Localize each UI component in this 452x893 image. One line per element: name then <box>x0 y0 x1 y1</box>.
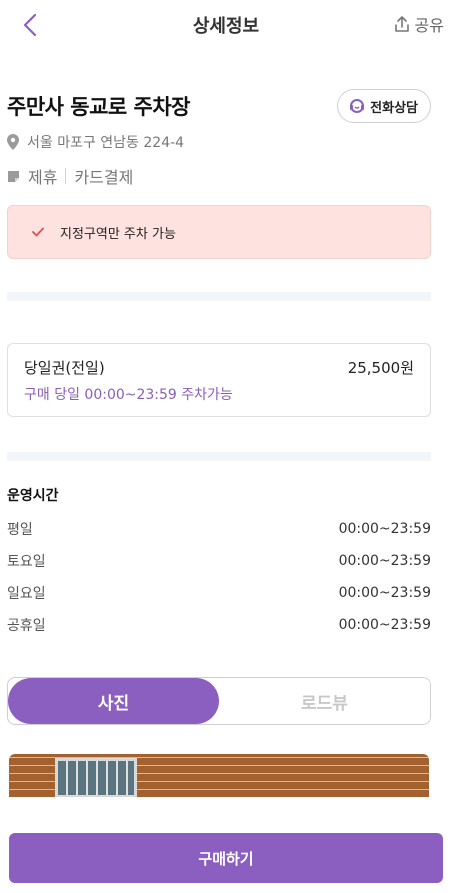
parking-lot-name: 주만사 동교로 주차장 <box>7 95 191 119</box>
parking-notice: 지정구역만 주차 가능 <box>7 205 431 259</box>
page-title: 상세정보 <box>192 16 260 37</box>
hours-day: 공휴일 <box>7 618 46 634</box>
tag-partner: 제휴 <box>28 168 58 187</box>
phone-consult-label: 전화상담 <box>370 100 418 116</box>
ticket-description: 구매 당일 00:00~23:59 주차가능 <box>24 387 233 403</box>
parking-lot-photo[interactable] <box>9 754 429 797</box>
share-label: 공유 <box>414 16 444 35</box>
check-icon <box>32 227 44 237</box>
ticket-card[interactable]: 당일권(전일) 25,500원 구매 당일 00:00~23:59 주차가능 <box>7 343 431 417</box>
tag-divider <box>65 168 67 184</box>
hours-time: 00:00~23:59 <box>338 585 431 601</box>
headset-icon <box>350 99 365 113</box>
hours-day: 평일 <box>7 522 33 538</box>
section-divider <box>7 452 431 461</box>
operating-hours: 운영시간 평일 00:00~23:59 토요일 00:00~23:59 일요일 … <box>7 485 431 641</box>
phone-consult-button[interactable]: 전화상담 <box>337 89 431 123</box>
notice-text: 지정구역만 주차 가능 <box>60 226 176 242</box>
ticket-header: 당일권(전일) 25,500원 <box>24 357 414 378</box>
hours-time: 00:00~23:59 <box>338 617 431 633</box>
tab-roadview[interactable]: 로드뷰 <box>219 678 430 724</box>
location-pin-icon <box>7 134 19 150</box>
section-divider <box>7 292 431 301</box>
tag-card-payment: 카드결제 <box>74 168 134 187</box>
ticket-name: 당일권(전일) <box>24 359 105 377</box>
tab-photo[interactable]: 사진 <box>8 678 219 724</box>
ticket-price: 25,500원 <box>347 359 414 377</box>
hours-day: 일요일 <box>7 586 46 602</box>
hours-row: 평일 00:00~23:59 <box>7 513 431 545</box>
hours-time: 00:00~23:59 <box>338 553 431 569</box>
hours-day: 토요일 <box>7 554 46 570</box>
hours-row: 일요일 00:00~23:59 <box>7 577 431 609</box>
media-tabs: 사진 로드뷰 <box>7 677 431 725</box>
share-icon <box>394 16 409 32</box>
purchase-button[interactable]: 구매하기 <box>9 833 443 883</box>
lot-title-row: 주만사 동교로 주차장 전화상담 <box>7 88 431 124</box>
hours-row: 토요일 00:00~23:59 <box>7 545 431 577</box>
hours-row: 공휴일 00:00~23:59 <box>7 609 431 641</box>
hours-time: 00:00~23:59 <box>338 521 431 537</box>
share-button[interactable]: 공유 <box>393 10 444 38</box>
address-text: 서울 마포구 연남동 224-4 <box>27 135 185 151</box>
photo-window <box>55 758 137 797</box>
header: 상세정보 공유 <box>0 0 452 50</box>
address-row: 서울 마포구 연남동 224-4 <box>7 131 184 153</box>
tag-icon <box>8 170 19 182</box>
operating-hours-title: 운영시간 <box>7 488 59 504</box>
tags-row: 제휴 카드결제 <box>7 164 133 188</box>
